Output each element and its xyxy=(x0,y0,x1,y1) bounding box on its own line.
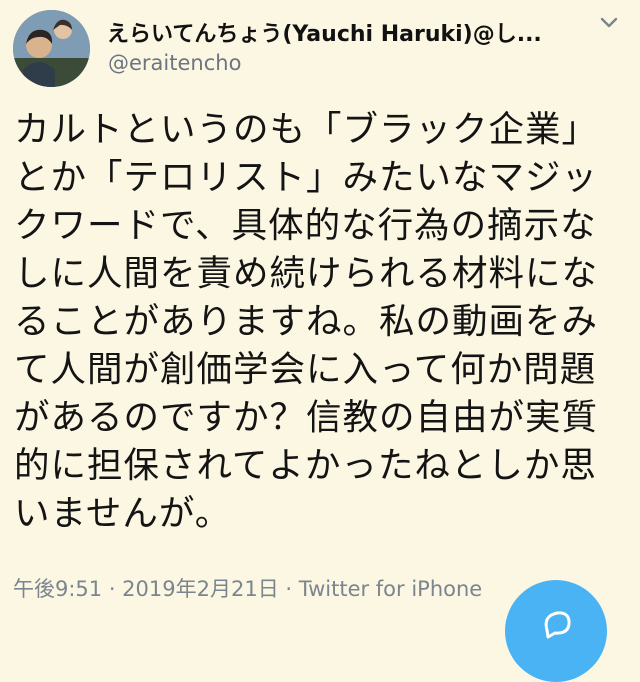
author-name[interactable]: えらいてんちょう(Yauchi Haruki)@し... xyxy=(107,16,562,48)
avatar[interactable] xyxy=(13,10,90,87)
compose-button[interactable] xyxy=(505,580,607,682)
tweet-text: カルトというのも「ブラック企業」とか「テロリスト」みたいなマジックワードで、具体… xyxy=(14,109,599,534)
compose-icon xyxy=(544,611,571,639)
tweet-timestamp: 午後9:51 · 2019年2月21日 · Twitter for iPhone xyxy=(13,577,483,601)
chevron-down-icon[interactable] xyxy=(596,12,622,34)
avatar-photo xyxy=(13,10,90,87)
author-handle[interactable]: @eraitencho xyxy=(108,51,241,75)
